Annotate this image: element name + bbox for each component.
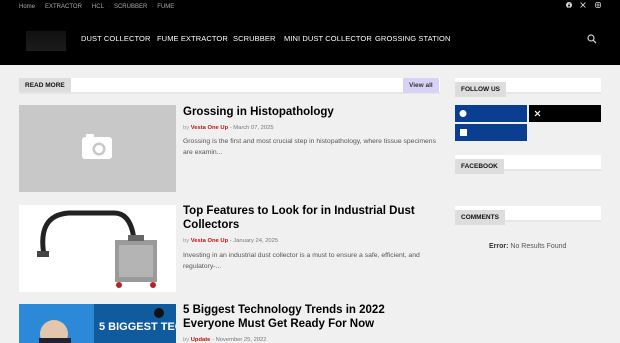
error-label: Error: xyxy=(489,243,509,250)
nav-item-fume-extractor[interactable]: FUME EXTRACTOR xyxy=(157,34,228,43)
post-excerpt: Investing in an industrial dust collecto… xyxy=(183,252,420,270)
dust-collector-image xyxy=(37,210,157,288)
topbar-link-extractor[interactable]: EXTRACTOR xyxy=(45,4,82,10)
topbar-link-fume[interactable]: FUME xyxy=(157,4,174,10)
x-twitter-icon xyxy=(534,110,541,117)
post-by: by xyxy=(183,125,190,131)
linkedin-icon xyxy=(460,129,467,136)
widget-title-comments: COMMENTS xyxy=(455,206,601,225)
post-author[interactable]: Update xyxy=(191,337,211,343)
post-date: November 25, 2022 xyxy=(215,337,267,343)
topbar-link-home[interactable]: Home xyxy=(19,4,35,10)
post-title[interactable]: Grossing in Histopathology xyxy=(183,106,438,120)
facebook-icon[interactable] xyxy=(566,2,572,10)
search-icon[interactable] xyxy=(587,31,597,44)
facebook-icon xyxy=(459,110,467,117)
facebook-follow-button[interactable] xyxy=(455,105,527,122)
camera-icon xyxy=(82,134,112,159)
thumb-text: 5 BIGGEST TECH xyxy=(99,321,176,333)
post-date: January 24, 2025 xyxy=(233,238,279,244)
follow-us-label: FOLLOW US xyxy=(455,82,506,97)
instagram-icon[interactable] xyxy=(595,2,601,10)
post-title[interactable]: Top Features to Look for in Industrial D… xyxy=(183,205,438,232)
post-by: by xyxy=(183,337,190,343)
separator: · xyxy=(107,3,110,10)
topbar-link-hcl[interactable]: HCL xyxy=(92,4,104,10)
section-label: READ MORE xyxy=(19,78,71,92)
post-by: by xyxy=(183,238,190,244)
post-date: March 07, 2025 xyxy=(233,125,274,131)
nav-item-scrubber[interactable]: SCRUBBER xyxy=(233,34,275,43)
top-bar: Home · EXTRACTOR · HCL · SCRUBBER · FUME xyxy=(0,0,620,13)
separator: · xyxy=(39,3,42,10)
post-excerpt: Grossing is the first and most crucial s… xyxy=(183,138,436,156)
post-meta: by Vesta One Up - January 24, 2025 xyxy=(183,238,278,244)
error-text: No Results Found xyxy=(510,243,567,250)
post-thumbnail[interactable] xyxy=(19,105,176,192)
widget-title-follow: FOLLOW US xyxy=(455,78,601,97)
topbar-link-scrubber[interactable]: SCRUBBER xyxy=(114,4,147,10)
post-title[interactable]: 5 Biggest Technology Trends in 2022 Ever… xyxy=(183,304,438,331)
post-thumbnail[interactable] xyxy=(19,205,176,292)
x-follow-button[interactable] xyxy=(529,105,601,122)
x-twitter-icon[interactable] xyxy=(580,2,586,10)
post-author[interactable]: Vesta One Up xyxy=(191,238,228,244)
post-thumbnail[interactable]: 5 BIGGEST TECH xyxy=(19,304,176,343)
post-author[interactable]: Vesta One Up xyxy=(191,125,228,131)
nav-item-grossing-station[interactable]: GROSSING STATION xyxy=(375,34,451,43)
site-logo[interactable] xyxy=(26,31,66,51)
widget-title-facebook: FACEBOOK xyxy=(455,155,601,174)
separator: · xyxy=(85,3,88,10)
comments-error: Error: No Results Found xyxy=(489,243,566,250)
nav-item-mini-dust-collector[interactable]: MINI DUST COLLECTOR xyxy=(284,34,372,43)
separator: · xyxy=(151,3,154,10)
main-nav: DUST COLLECTOR FUME EXTRACTOR SCRUBBER M… xyxy=(0,13,620,65)
comments-widget-label: COMMENTS xyxy=(455,210,505,225)
view-all-button[interactable]: View all xyxy=(403,78,439,93)
nav-item-dust-collector[interactable]: DUST COLLECTOR xyxy=(81,34,150,43)
post-meta: by Vesta One Up - March 07, 2025 xyxy=(183,125,274,131)
post-meta: by Update - November 25, 2022 xyxy=(183,337,267,343)
section-heading-row xyxy=(19,78,440,94)
facebook-widget-label: FACEBOOK xyxy=(455,159,504,174)
linkedin-follow-button[interactable] xyxy=(455,124,527,141)
